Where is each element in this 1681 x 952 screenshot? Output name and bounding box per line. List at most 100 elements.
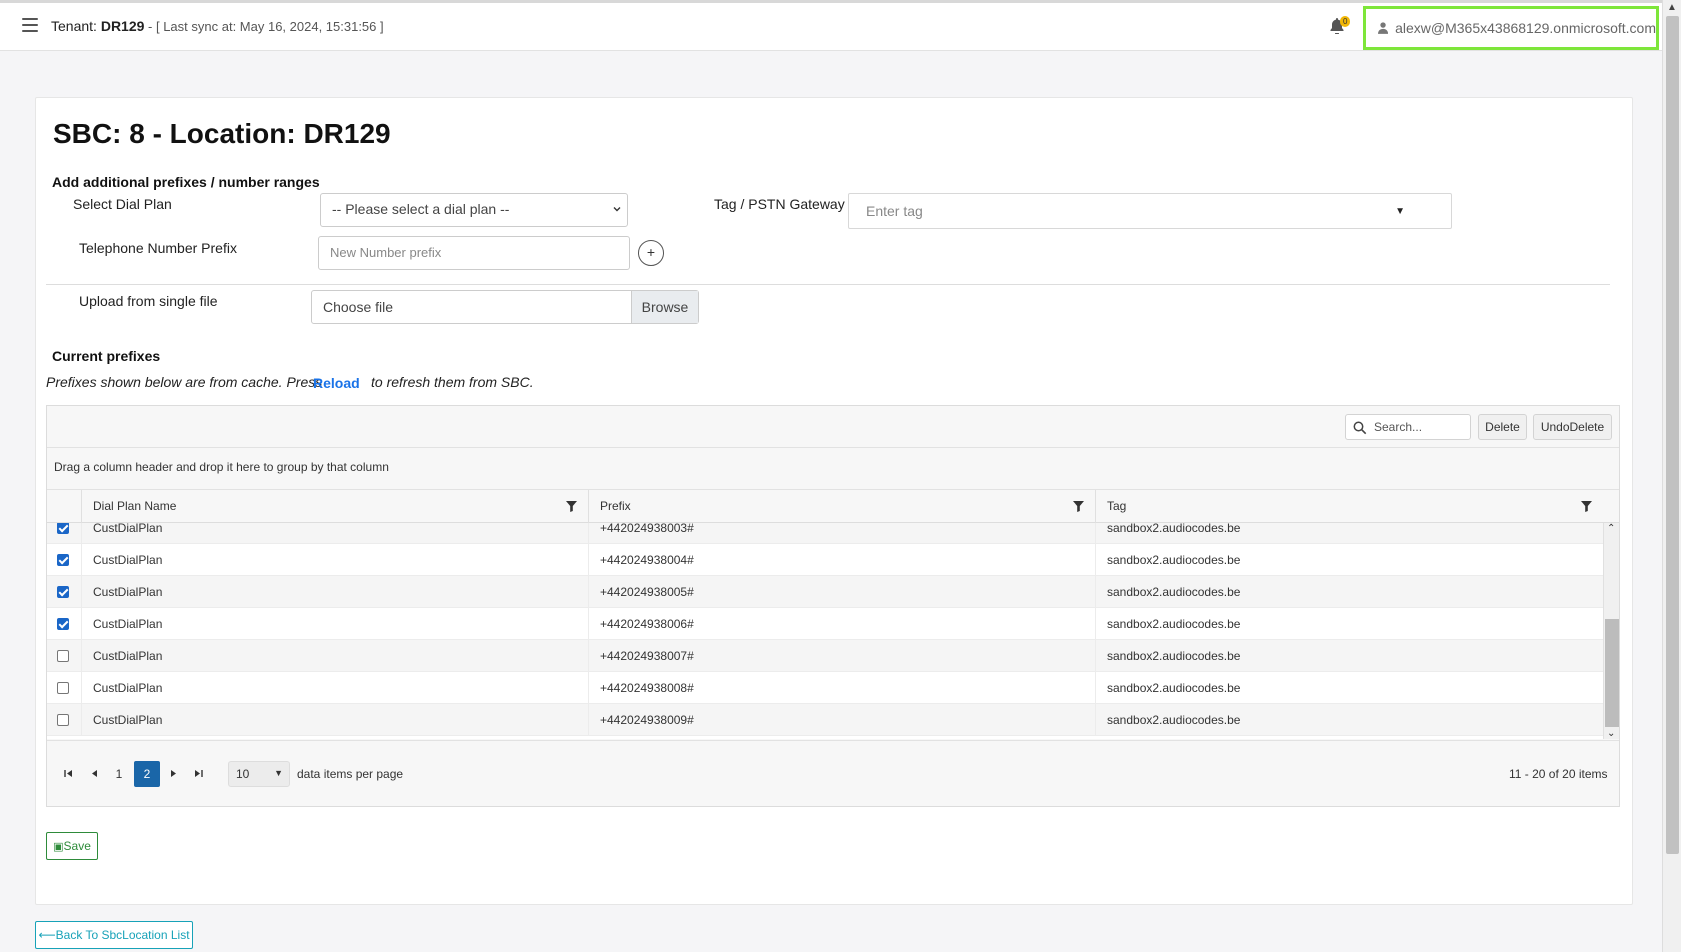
delete-button[interactable]: Delete [1478,414,1527,440]
column-title: Prefix [600,499,631,513]
save-icon: ▣ [53,841,64,853]
grid-search-input[interactable]: Search... [1345,414,1471,440]
column-header-dial-plan[interactable]: Dial Plan Name [81,490,588,523]
dial-plan-select[interactable]: -- Please select a dial plan -- [320,193,628,227]
number-prefix-input[interactable]: New Number prefix [318,236,630,270]
table-row[interactable]: CustDialPlan +442024938008# sandbox2.audio… [47,672,1603,704]
tag-input[interactable]: Enter tag ▼ [848,193,1452,229]
arrow-left-icon: ⟵ [38,928,56,942]
page-scroll-thumb[interactable] [1666,16,1679,854]
dial-plan-cell: CustDialPlan [81,523,588,544]
table-row[interactable]: CustDialPlan +442024938003# sandbox2.audio… [47,523,1603,544]
row-checkbox[interactable] [57,714,69,726]
filter-icon[interactable] [566,501,577,512]
last-page-icon[interactable] [185,761,211,787]
save-button[interactable]: ▣Save [46,832,98,860]
current-prefixes-heading: Current prefixes [52,348,161,364]
select-cell [47,544,81,576]
tag-cell: sandbox2.audiocodes.be [1095,672,1603,704]
prefix-label: Telephone Number Prefix [79,240,237,256]
tag-label: Tag / PSTN Gateway [714,196,845,212]
row-checkbox[interactable] [57,586,69,598]
tag-dropdown-icon[interactable]: ▼ [1395,206,1405,217]
table-row[interactable]: CustDialPlan +442024938006# sandbox2.audio… [47,608,1603,640]
table-row[interactable]: CustDialPlan +442024938004# sandbox2.audio… [47,544,1603,576]
table-row[interactable]: CustDialPlan +442024938007# sandbox2.audio… [47,640,1603,672]
file-placeholder: Choose file [323,299,394,315]
filter-icon[interactable] [1581,501,1592,512]
cache-note-end: to refresh them from SBC. [371,374,534,390]
tenant-label: Tenant: [51,18,97,34]
sync-status: - [ Last sync at: May 16, 2024, 15:31:56… [144,19,384,34]
group-drop-zone[interactable]: Drag a column header and drop it here to… [47,448,1619,490]
save-label: Save [63,839,91,853]
select-cell [47,576,81,608]
chevron-down-icon[interactable]: ⌄ [1607,728,1615,739]
row-checkbox[interactable] [57,523,69,534]
prefix-cell: +442024938004# [588,544,1095,576]
top-bar: Tenant: DR129 - [ Last sync at: May 16, … [0,0,1662,51]
user-account-button[interactable]: alexw@M365x43868129.onmicrosoft.com [1363,6,1659,50]
back-to-list-button[interactable]: ⟵Back To SbcLocation List [35,921,193,949]
page-scrollbar[interactable]: ▲ [1662,0,1681,952]
row-checkbox[interactable] [57,650,69,662]
cache-note: Prefixes shown below are from cache. Pre… [46,374,323,390]
dial-plan-cell: CustDialPlan [81,672,588,704]
select-cell [47,640,81,672]
page-size-select[interactable]: 10 ▼ [228,761,290,787]
grid-scroll-thumb[interactable] [1605,619,1619,727]
user-icon [1378,22,1389,34]
table-row[interactable]: CustDialPlan +442024938005# sandbox2.audio… [47,576,1603,608]
select-cell [47,704,81,736]
page-link-1[interactable]: 1 [106,761,132,787]
filter-icon[interactable] [1073,501,1084,512]
tenant-info: Tenant: DR129 - [ Last sync at: May 16, … [51,18,384,34]
form-divider [46,284,1610,285]
row-checkbox[interactable] [57,682,69,694]
user-email: alexw@M365x43868129.onmicrosoft.com [1395,20,1656,36]
tenant-name: DR129 [100,18,145,34]
column-title: Dial Plan Name [93,499,177,513]
add-prefixes-heading: Add additional prefixes / number ranges [52,174,320,190]
pager-summary: 11 - 20 of 20 items [1509,767,1608,781]
reload-link[interactable]: Reload [313,375,360,391]
app-root: Tenant: DR129 - [ Last sync at: May 16, … [0,0,1681,952]
prefix-placeholder: New Number prefix [330,245,442,260]
browse-button[interactable]: Browse [631,291,698,323]
select-column-header [47,490,81,523]
grid-toolbar: Search... Delete UndoDelete [47,406,1619,448]
page-size-value: 10 [236,767,250,781]
page-link-2[interactable]: 2 [134,761,160,787]
previous-page-icon[interactable] [81,761,107,787]
row-checkbox[interactable] [57,554,69,566]
tag-cell: sandbox2.audiocodes.be [1095,608,1603,640]
column-header-prefix[interactable]: Prefix [588,490,1095,523]
undo-delete-button[interactable]: UndoDelete [1533,414,1612,440]
grid-scrollbar[interactable]: ⌃ ⌄ [1603,523,1619,739]
page-size-label: data items per page [297,767,404,781]
select-cell [47,523,81,544]
select-cell [47,672,81,704]
tag-placeholder: Enter tag [866,203,923,219]
prefix-cell: +442024938008# [588,672,1095,704]
chevron-up-icon[interactable]: ⌃ [1607,523,1615,534]
row-checkbox[interactable] [57,618,69,630]
scroll-up-icon[interactable]: ▲ [1667,2,1677,13]
tag-cell: sandbox2.audiocodes.be [1095,576,1603,608]
next-page-icon[interactable] [160,761,186,787]
notification-bell-icon[interactable]: 0 [1330,16,1351,36]
grid-header: Dial Plan Name Prefix Tag [47,490,1619,523]
menu-icon[interactable] [22,18,38,32]
dial-plan-cell: CustDialPlan [81,704,588,736]
prefix-cell: +442024938006# [588,608,1095,640]
table-row[interactable]: CustDialPlan +442024938009# sandbox2.audio… [47,704,1603,736]
add-prefix-button[interactable]: + [638,240,664,266]
dial-plan-value: -- Please select a dial plan -- [332,201,510,217]
dial-plan-cell: CustDialPlan [81,544,588,576]
prefix-cell: +442024938007# [588,640,1095,672]
first-page-icon[interactable] [55,761,81,787]
tag-cell: sandbox2.audiocodes.be [1095,640,1603,672]
file-upload-input[interactable]: Choose file Browse [311,290,699,324]
column-header-tag[interactable]: Tag [1095,490,1603,523]
back-label: Back To SbcLocation List [55,928,190,942]
